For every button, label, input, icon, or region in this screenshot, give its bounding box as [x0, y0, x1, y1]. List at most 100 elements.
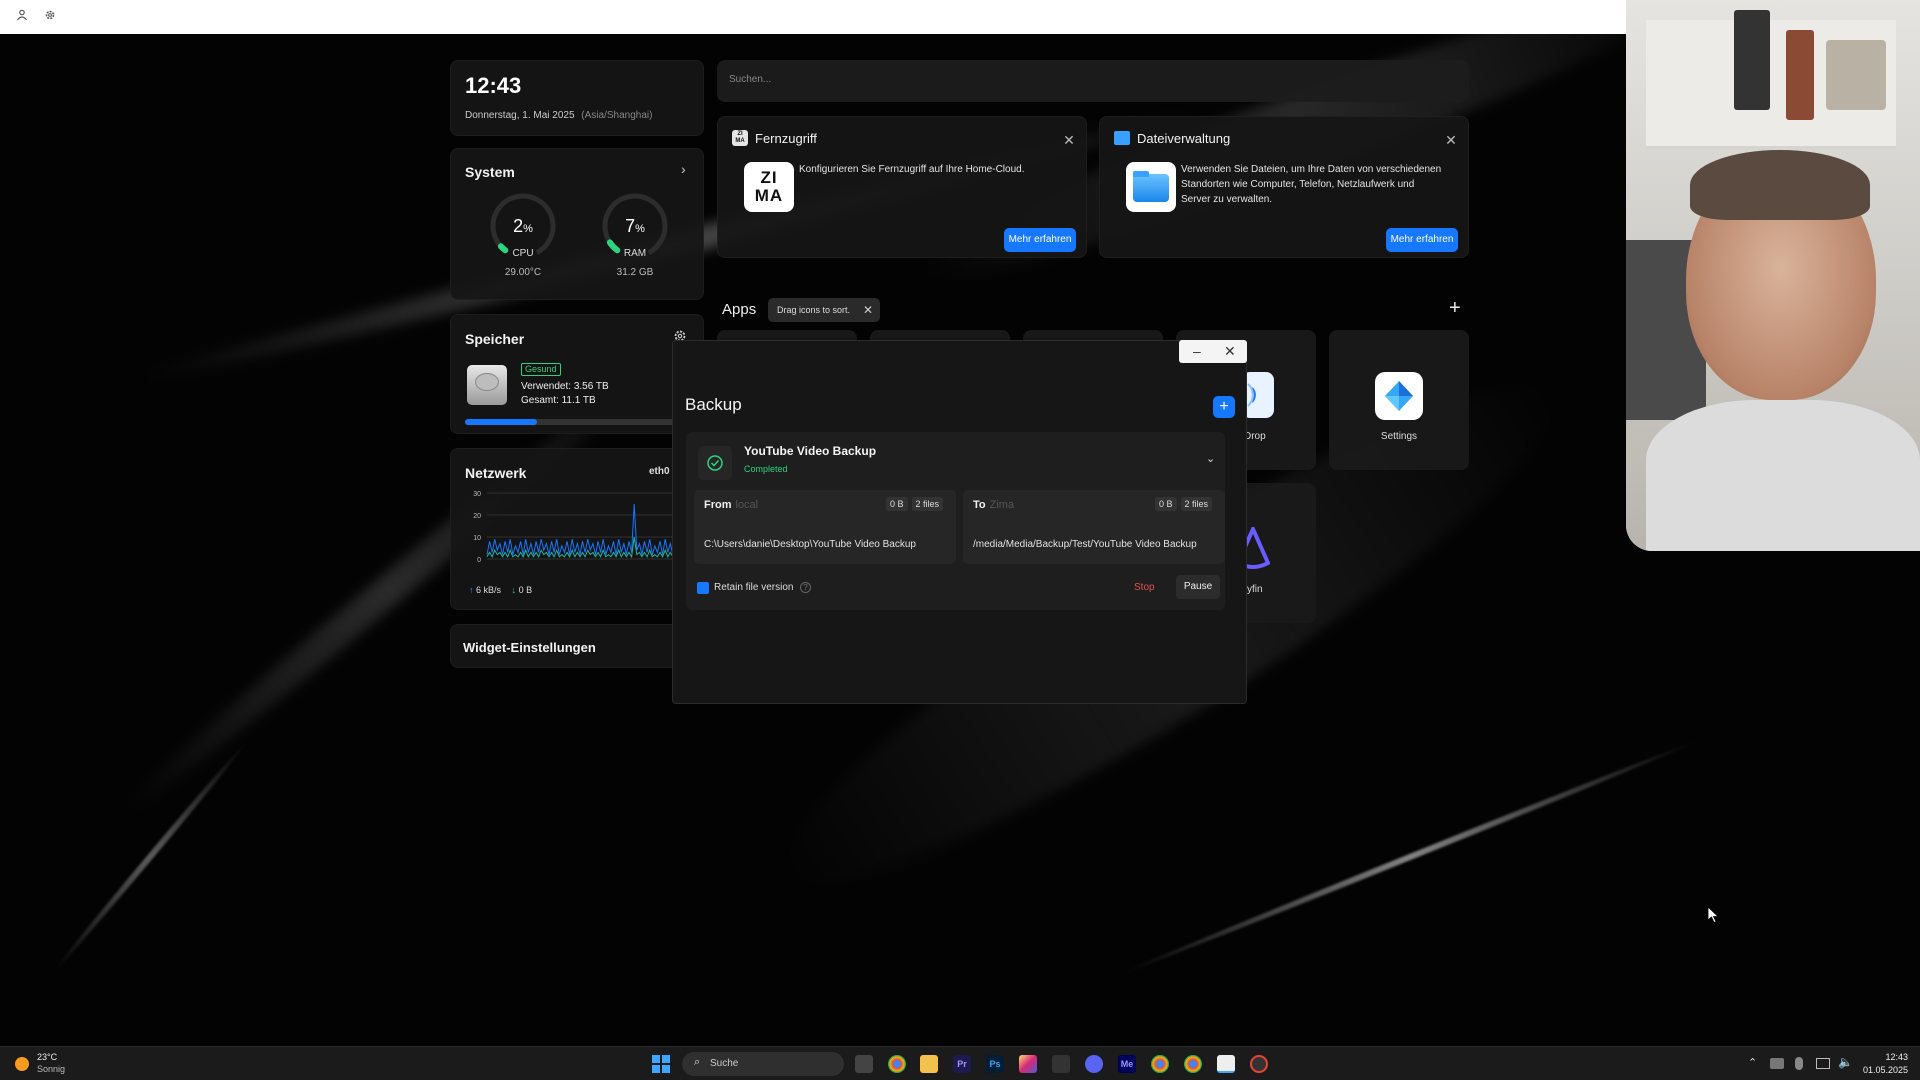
network-series-line	[486, 536, 691, 559]
weather-temp: 23°C	[37, 1052, 58, 1062]
folder-icon	[1114, 131, 1130, 145]
clock-date: Donnerstag, 1. Mai 2025	[465, 110, 575, 121]
close-icon[interactable]: ✕	[1444, 133, 1458, 147]
mouse-cursor-icon	[1707, 906, 1720, 928]
app-tile-settings[interactable]: Settings	[1329, 330, 1469, 470]
storage-progress-track	[465, 419, 691, 425]
network-icon[interactable]	[1816, 1058, 1830, 1069]
volume-icon[interactable]: 🔈	[1838, 1055, 1853, 1069]
arrow-up-icon: ↑	[469, 585, 474, 595]
chevron-right-icon[interactable]: ›	[681, 161, 686, 177]
storage-total: Gesamt: 11.1 TB	[521, 395, 596, 406]
taskbar-time[interactable]: 12:43	[1862, 1052, 1908, 1062]
download-speed: 0 B	[518, 585, 533, 595]
premiere-icon[interactable]: Pr	[953, 1055, 971, 1073]
apps-title: Apps	[722, 301, 757, 318]
app-icon[interactable]	[1250, 1055, 1268, 1073]
photoshop-icon[interactable]: Ps	[986, 1055, 1004, 1073]
chevron-down-icon[interactable]: ⌄	[1206, 452, 1215, 465]
backup-task[interactable]: YouTube Video Backup Completed ⌄ From loc…	[686, 432, 1225, 610]
y-tick-label: 10	[473, 535, 481, 542]
hard-drive-icon	[467, 365, 507, 405]
user-icon[interactable]	[14, 9, 30, 25]
destination-box: To Zima 0 B2 files /media/Media/Backup/Te…	[963, 490, 1225, 564]
media-encoder-icon[interactable]: Me	[1118, 1055, 1136, 1073]
storage-widget[interactable]: Speicher Gesund Verwendet: 3.56 TB Gesam…	[450, 314, 704, 434]
card-description: Konfigurieren Sie Fernzugriff auf Ihre H…	[799, 164, 1025, 175]
chrome-icon[interactable]	[1151, 1055, 1169, 1073]
webcam-overlay	[1626, 0, 1920, 551]
network-series-line	[486, 503, 691, 555]
minimize-icon[interactable]: –	[1193, 343, 1201, 359]
task-name: YouTube Video Backup	[744, 444, 877, 458]
ram-value: 7%	[625, 216, 645, 236]
search-input[interactable]: Suchen...	[717, 60, 1469, 102]
tray-icon[interactable]	[1770, 1058, 1784, 1069]
taskbar-search-label: Suche	[710, 1058, 739, 1069]
file-explorer-icon[interactable]	[920, 1055, 938, 1073]
clock-time: 12:43	[465, 73, 522, 98]
chevron-up-icon[interactable]: ⌃	[1748, 1056, 1757, 1069]
learn-more-button[interactable]: Mehr erfahren	[1004, 228, 1076, 252]
stop-button[interactable]: Stop	[1134, 582, 1155, 593]
search-icon: ⌕	[694, 1056, 701, 1068]
windows-start-icon[interactable]	[652, 1055, 670, 1073]
add-app-icon[interactable]: +	[1449, 297, 1461, 320]
upload-speed: 6 kB/s	[476, 585, 502, 595]
task-view-icon[interactable]	[855, 1055, 873, 1073]
instagram-icon[interactable]	[1019, 1055, 1037, 1073]
app-label: Drop	[1244, 431, 1266, 442]
ram-size: 31.2 GB	[616, 267, 654, 278]
close-icon[interactable]: ✕	[1062, 133, 1076, 147]
network-speeds: ↑ 6 kB/s ↓ 0 B	[469, 585, 532, 595]
app-icon[interactable]	[1052, 1055, 1070, 1073]
window-controls: – ✕	[1179, 340, 1247, 363]
network-title: Netzwerk	[465, 465, 527, 481]
widget-settings-button[interactable]: Widget-Einstellungen	[450, 624, 704, 668]
retain-checkbox[interactable]	[697, 582, 709, 594]
pause-button[interactable]: Pause	[1176, 575, 1220, 599]
storage-used: Verwendet: 3.56 TB	[521, 381, 609, 392]
cpu-temp: 29.00°C	[504, 267, 542, 278]
taskbar-search[interactable]: ⌕ Suche	[682, 1052, 844, 1076]
widget-settings-label: Widget-Einstellungen	[463, 640, 596, 655]
zima-logo-icon: ZI MA	[744, 162, 794, 212]
check-circle-icon	[698, 446, 732, 480]
task-status: Completed	[744, 464, 788, 474]
y-tick-label: 30	[473, 491, 481, 498]
learn-more-button[interactable]: Mehr erfahren	[1386, 228, 1458, 252]
notepad-icon[interactable]	[1217, 1055, 1235, 1073]
card-title: Dateiverwaltung	[1137, 131, 1231, 146]
chrome-icon[interactable]	[888, 1055, 906, 1073]
app-label: yfin	[1247, 584, 1263, 595]
file-management-card: Dateiverwaltung ✕ Verwenden Sie Dateien,…	[1099, 116, 1469, 258]
source-label: From local	[704, 499, 759, 511]
card-description: Verwenden Sie Dateien, um Ihre Daten von…	[1181, 164, 1442, 205]
add-backup-button[interactable]: +	[1213, 396, 1235, 418]
microphone-icon[interactable]	[1795, 1057, 1803, 1070]
destination-meta: 0 B2 files	[1151, 497, 1213, 511]
chrome-icon[interactable]	[1184, 1055, 1202, 1073]
remote-access-card: ZI MA Fernzugriff ✕ ZI MA Konfigurieren Si…	[717, 116, 1087, 258]
retain-label: Retain file version	[714, 582, 794, 593]
gear-icon[interactable]	[42, 9, 58, 25]
help-icon[interactable]: ?	[800, 582, 811, 593]
weather-text: Sonnig	[37, 1064, 66, 1074]
y-tick-label: 20	[473, 513, 481, 520]
network-interface: eth0	[649, 466, 670, 477]
close-icon[interactable]: ✕	[1224, 343, 1236, 359]
source-meta: 0 B2 files	[882, 497, 944, 511]
storage-progress-fill	[465, 419, 538, 425]
system-widget[interactable]: System › 2% CPU 29.00°C 7% RAM 31.2 GB	[450, 148, 704, 300]
clock-date-line: Donnerstag, 1. Mai 2025 (Asia/Shanghai)	[465, 110, 652, 121]
taskbar-date[interactable]: 01.05.2025	[1860, 1065, 1908, 1075]
clock-timezone: (Asia/Shanghai)	[581, 110, 653, 121]
close-icon[interactable]: ✕	[863, 303, 873, 317]
discord-icon[interactable]	[1085, 1055, 1103, 1073]
taskbar: 23°C Sonnig ⌕ Suche Pr Ps Me ⌃ 🔈 12:43 0…	[0, 1046, 1920, 1080]
source-box: From local 0 B2 files C:\Users\danie\Desk…	[694, 490, 956, 564]
card-title: Fernzugriff	[755, 131, 817, 146]
destination-label: To Zima	[973, 499, 1015, 511]
drag-hint-text: Drag icons to sort.	[777, 305, 851, 315]
y-tick-label: 0	[477, 557, 481, 564]
